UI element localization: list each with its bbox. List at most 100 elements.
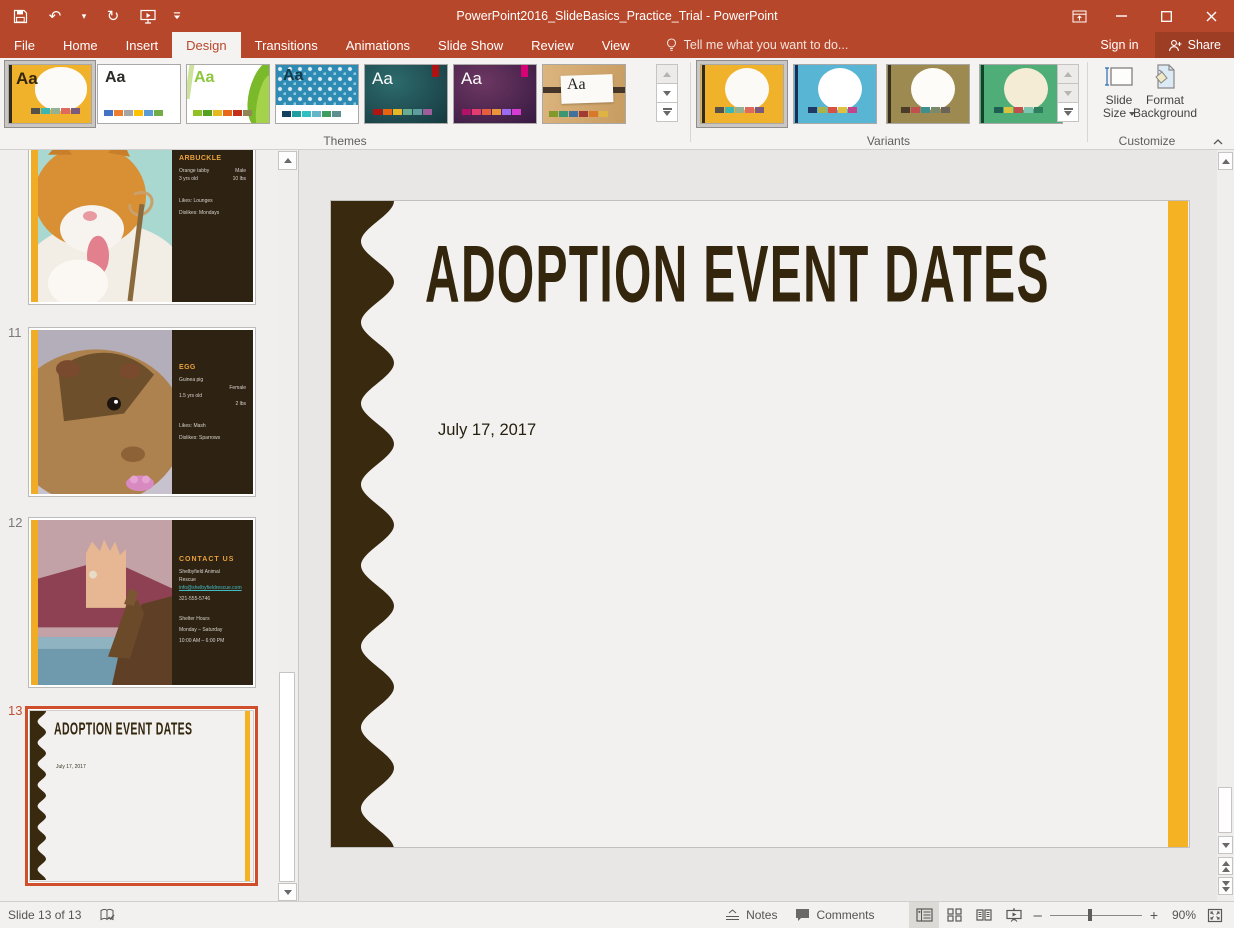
- tell-me-box[interactable]: Tell me what you want to do...: [666, 32, 849, 58]
- variant-swatches: [715, 107, 764, 113]
- themes-scroll-up-button[interactable]: [656, 64, 678, 84]
- color-swatch: [393, 109, 402, 115]
- theme-thumbnail-ion-boardroom[interactable]: Aa: [453, 64, 537, 124]
- slide-sorter-view-button[interactable]: [939, 902, 969, 928]
- tab-slide-show[interactable]: Slide Show: [424, 32, 517, 58]
- tab-review[interactable]: Review: [517, 32, 588, 58]
- variant-thumbnail-1[interactable]: [700, 64, 784, 124]
- tab-view[interactable]: View: [588, 32, 644, 58]
- theme-thumbnail-organic[interactable]: Aa: [542, 64, 626, 124]
- variants-scroll-down-button[interactable]: [1057, 83, 1079, 103]
- share-button[interactable]: Share: [1155, 32, 1234, 58]
- editor-scrollbar-thumb[interactable]: [1218, 787, 1232, 833]
- slide-number-current: 13: [8, 703, 22, 718]
- variant-scallop-shape: [818, 68, 862, 110]
- theme-aa-label: Aa: [194, 69, 214, 87]
- theme-thumbnail-facet[interactable]: Aa: [186, 64, 270, 124]
- editor-scrollbar[interactable]: [1217, 150, 1234, 901]
- theme-thumbnail-integral[interactable]: Aa: [275, 64, 359, 124]
- slide-show-button[interactable]: [999, 902, 1029, 928]
- variant-swatches: [994, 107, 1043, 113]
- lightbulb-icon: [666, 38, 677, 52]
- comments-button[interactable]: Comments: [786, 902, 883, 928]
- tab-animations[interactable]: Animations: [332, 32, 424, 58]
- previous-slide-button[interactable]: [1218, 857, 1233, 875]
- variant-swatches: [808, 107, 857, 113]
- themes-more-button[interactable]: [656, 102, 678, 122]
- fit-slide-to-window-button[interactable]: [1202, 902, 1228, 928]
- slide-title[interactable]: ADOPTION EVENT DATES: [425, 227, 1050, 320]
- slide-indicator[interactable]: Slide 13 of 13: [8, 908, 81, 922]
- title-bar: ↶ ▾ ↻ PowerPoint2016_SlideBasics_Practic…: [0, 0, 1234, 32]
- thumbnails-scrollbar-thumb[interactable]: [279, 672, 295, 882]
- email-link[interactable]: info@shelbyfieldrescue.com: [179, 584, 246, 592]
- thumbnail-slide-date: July 17, 2017: [56, 764, 86, 770]
- tab-transitions[interactable]: Transitions: [241, 32, 332, 58]
- thumbnails-scrollbar[interactable]: [278, 150, 297, 901]
- variants-scroll-up-button[interactable]: [1057, 64, 1079, 84]
- slide-canvas[interactable]: ADOPTION EVENT DATES July 17, 2017: [330, 200, 1190, 848]
- slide-thumbnail-13-selected[interactable]: ADOPTION EVENT DATES July 17, 2017: [25, 706, 258, 886]
- variant-scallop-shape: [1004, 68, 1048, 110]
- slide-thumbnails-panel: ARBUCKLE Orange tabbyMale 3 yrs old10 lb…: [0, 150, 299, 901]
- spell-check-icon[interactable]: [99, 908, 115, 923]
- slide-thumbnail-10[interactable]: ARBUCKLE Orange tabbyMale 3 yrs old10 lb…: [28, 150, 256, 305]
- notes-button[interactable]: Notes: [716, 902, 786, 928]
- thumbnails-scroll-down-button[interactable]: [278, 883, 297, 901]
- slide-number: 12: [8, 515, 22, 530]
- close-button[interactable]: [1189, 0, 1234, 32]
- variant-stripe: [795, 65, 798, 123]
- color-swatch: [1024, 107, 1033, 113]
- theme-scallop-shape: [35, 67, 87, 111]
- color-swatch: [911, 107, 920, 113]
- tab-home[interactable]: Home: [49, 32, 112, 58]
- contact-heading: CONTACT US: [179, 556, 246, 563]
- zoom-out-button[interactable]: –: [1029, 902, 1045, 928]
- maximize-button[interactable]: [1144, 0, 1189, 32]
- theme-thumbnail-office[interactable]: Aa: [97, 64, 181, 124]
- variant-thumbnail-3[interactable]: [886, 64, 970, 124]
- tab-file[interactable]: File: [0, 32, 49, 58]
- color-swatch: [233, 110, 242, 116]
- sign-in-button[interactable]: Sign in: [1084, 32, 1154, 58]
- variants-more-button[interactable]: [1057, 102, 1079, 122]
- zoom-in-button[interactable]: +: [1146, 902, 1162, 928]
- variant-scallop-shape: [911, 68, 955, 110]
- next-slide-button[interactable]: [1218, 877, 1233, 895]
- slide-thumbnail-11[interactable]: EGG Guinea pig Female 1.5 yrs old 2 lbs …: [28, 327, 256, 497]
- theme-aa-label: Aa: [283, 67, 303, 85]
- color-swatch: [735, 107, 744, 113]
- variant-stripe: [702, 65, 705, 123]
- ribbon-display-options-icon[interactable]: [1059, 0, 1099, 32]
- color-swatch: [921, 107, 930, 113]
- tab-design[interactable]: Design: [172, 32, 240, 58]
- color-swatch: [994, 107, 1003, 113]
- theme-swatches: [549, 111, 608, 117]
- slide-number: 11: [8, 325, 22, 340]
- slide-date-text[interactable]: July 17, 2017: [438, 421, 536, 440]
- theme-aa-label: Aa: [105, 69, 125, 87]
- slide-thumbnail-12[interactable]: CONTACT US Shelbyfield Animal Rescue inf…: [28, 517, 256, 688]
- zoom-slider[interactable]: [1050, 902, 1142, 928]
- editor-scroll-down-button[interactable]: [1218, 836, 1233, 854]
- normal-view-button[interactable]: [909, 902, 939, 928]
- format-background-label-2: Background: [1133, 107, 1197, 120]
- color-swatch: [589, 111, 598, 117]
- slide-editor-area[interactable]: ADOPTION EVENT DATES July 17, 2017: [300, 150, 1217, 901]
- color-swatch: [114, 110, 123, 116]
- collapse-ribbon-icon[interactable]: [1210, 136, 1226, 148]
- theme-thumbnail-current[interactable]: Aa: [8, 64, 92, 124]
- format-background-button[interactable]: Format Background: [1132, 62, 1198, 134]
- theme-thumbnail-ion[interactable]: Aa: [364, 64, 448, 124]
- variant-thumbnail-4[interactable]: [979, 64, 1063, 124]
- reading-view-button[interactable]: [969, 902, 999, 928]
- editor-scroll-up-button[interactable]: [1218, 152, 1233, 170]
- minimize-button[interactable]: [1099, 0, 1144, 32]
- zoom-slider-handle[interactable]: [1088, 909, 1092, 921]
- variant-thumbnail-2[interactable]: [793, 64, 877, 124]
- zoom-level[interactable]: 90%: [1162, 908, 1202, 922]
- thumbnails-scroll-up-button[interactable]: [278, 151, 297, 170]
- tab-insert[interactable]: Insert: [112, 32, 173, 58]
- themes-gallery-scroll: [656, 64, 678, 122]
- themes-scroll-down-button[interactable]: [656, 83, 678, 103]
